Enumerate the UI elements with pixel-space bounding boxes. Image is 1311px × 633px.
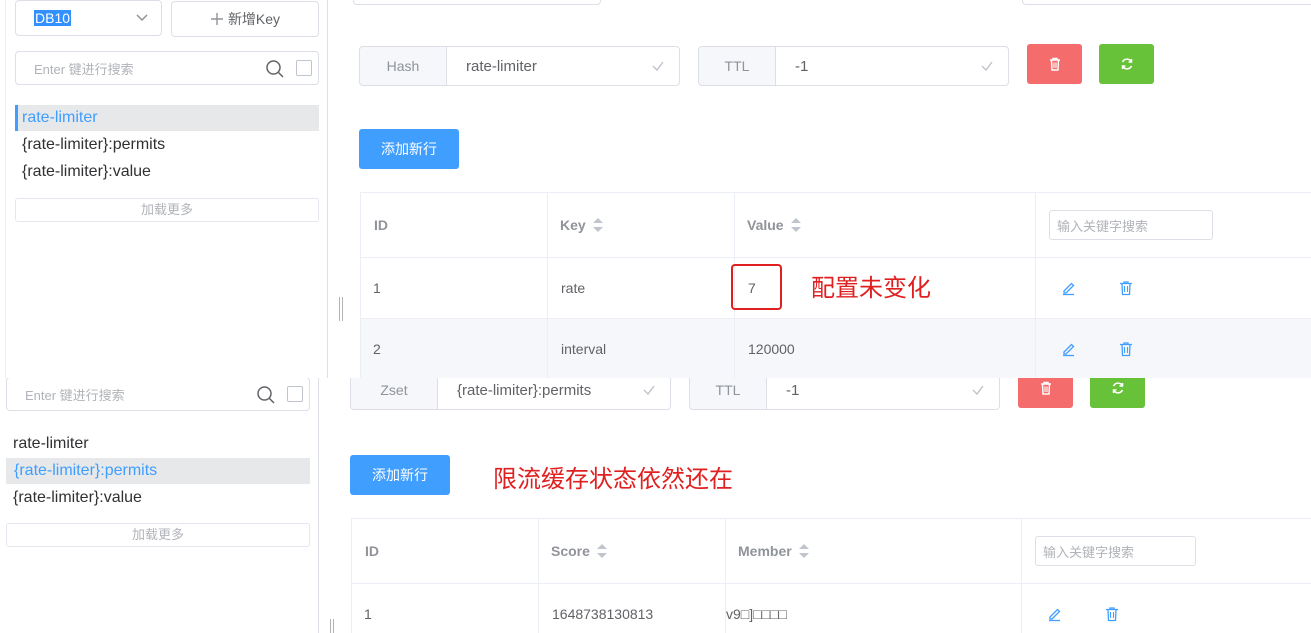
column-header-key-label: Key <box>560 217 586 233</box>
key-name-input[interactable]: rate-limiter <box>447 46 680 86</box>
edit-icon[interactable] <box>1061 341 1077 357</box>
column-header-score-label: Score <box>551 543 590 559</box>
cut-off-field <box>353 0 601 5</box>
highlight-box <box>731 264 782 310</box>
cell-member: v9□]□□□□ <box>726 606 787 622</box>
db-select[interactable]: DB10 <box>15 0 162 36</box>
key-type-label: Hash <box>359 46 447 86</box>
check-icon[interactable] <box>642 383 656 397</box>
column-header-id: ID <box>365 543 379 559</box>
cell-id: 2 <box>373 341 381 357</box>
exact-match-checkbox[interactable] <box>287 386 303 402</box>
search-icon[interactable] <box>265 59 285 79</box>
trash-icon[interactable] <box>1104 606 1120 622</box>
column-header-member[interactable]: Member <box>738 519 810 583</box>
sidebar-divider <box>318 378 319 633</box>
sidebar-divider <box>327 0 328 378</box>
key-list-item-value[interactable]: {rate-limiter}:value <box>15 159 151 185</box>
trash-icon[interactable] <box>1118 280 1134 296</box>
key-list-item-permits[interactable]: {rate-limiter}:permits <box>15 132 165 158</box>
check-icon[interactable] <box>980 59 994 73</box>
refresh-icon <box>1112 382 1123 394</box>
cell-score: 1648738130813 <box>552 606 654 622</box>
trash-icon[interactable] <box>1118 341 1134 357</box>
add-key-button[interactable]: 新增Key <box>171 1 319 37</box>
refresh-button[interactable] <box>1090 378 1145 408</box>
edit-icon[interactable] <box>1061 280 1077 296</box>
add-row-button[interactable]: 添加新行 <box>350 455 450 495</box>
key-name-value: {rate-limiter}:permits <box>457 381 592 399</box>
key-name-value: rate-limiter <box>466 57 537 75</box>
add-key-label: 新增Key <box>227 11 281 27</box>
sort-icon[interactable] <box>592 216 604 234</box>
search-icon[interactable] <box>256 385 276 405</box>
resize-handle[interactable] <box>329 619 335 633</box>
load-more-button[interactable]: 加载更多 <box>6 523 310 547</box>
cell-value: 120000 <box>748 341 795 357</box>
key-search-placeholder: Enter 键进行搜索 <box>34 61 134 77</box>
key-list-item-permits[interactable]: {rate-limiter}:permits <box>6 458 310 484</box>
sort-icon[interactable] <box>798 542 810 560</box>
ttl-label: TTL <box>698 46 776 86</box>
sidebar-left-edge <box>5 0 6 378</box>
resize-handle[interactable] <box>338 297 344 321</box>
bottom-screenshot-panel: Enter 键进行搜索 rate-limiter {rate-limiter}:… <box>0 378 1311 633</box>
key-search-placeholder: Enter 键进行搜索 <box>25 387 125 403</box>
key-search-input[interactable]: Enter 键进行搜索 <box>15 51 319 85</box>
key-name-input[interactable]: {rate-limiter}:permits <box>438 378 671 410</box>
annotation-text: 限流缓存状态依然还在 <box>493 466 733 493</box>
refresh-button[interactable] <box>1099 44 1154 84</box>
cell-id: 1 <box>373 280 381 296</box>
column-header-key[interactable]: Key <box>560 193 604 257</box>
ttl-value: -1 <box>786 381 800 399</box>
column-header-score[interactable]: Score <box>551 519 608 583</box>
check-icon[interactable] <box>651 59 665 73</box>
cell-id: 1 <box>364 606 372 622</box>
column-header-id: ID <box>374 217 388 233</box>
annotation-text: 配置未变化 <box>811 275 931 302</box>
column-header-member-label: Member <box>738 543 792 559</box>
exact-match-checkbox[interactable] <box>296 60 312 76</box>
column-header-value-label: Value <box>747 217 784 233</box>
key-list-item-rate-limiter[interactable]: rate-limiter <box>15 105 319 131</box>
delete-key-button[interactable] <box>1018 378 1073 408</box>
cut-off-field-right <box>1022 0 1311 5</box>
sort-icon[interactable] <box>790 216 802 234</box>
chevron-down-icon <box>136 14 148 22</box>
refresh-icon <box>1121 58 1132 70</box>
table-row-stripe <box>361 319 1311 378</box>
ttl-label: TTL <box>689 378 767 410</box>
db-select-value: DB10 <box>34 10 72 26</box>
table-search-input[interactable]: 输入关键字搜索 <box>1049 210 1213 240</box>
column-header-value[interactable]: Value <box>747 193 802 257</box>
load-more-button[interactable]: 加载更多 <box>15 198 319 222</box>
sort-icon[interactable] <box>596 542 608 560</box>
top-screenshot-panel: DB10 新增Key Enter 键进行搜索 rate-limiter {rat… <box>0 0 1311 378</box>
trash-icon <box>1049 57 1060 71</box>
add-row-button[interactable]: 添加新行 <box>359 129 459 169</box>
zset-table: ID Score Member 输入关键字搜索 1 1648738130813 … <box>351 518 1311 633</box>
table-search-input[interactable]: 输入关键字搜索 <box>1035 536 1196 566</box>
key-list-item-value[interactable]: {rate-limiter}:value <box>6 485 142 511</box>
plus-icon <box>210 13 223 25</box>
cell-key: rate <box>561 280 586 296</box>
trash-icon <box>1040 381 1051 395</box>
ttl-value: -1 <box>795 57 809 75</box>
key-type-label: Zset <box>350 378 438 410</box>
key-list-item-rate-limiter[interactable]: rate-limiter <box>6 431 89 457</box>
check-icon[interactable] <box>971 383 985 397</box>
ttl-input[interactable]: -1 <box>776 46 1009 86</box>
key-search-input[interactable]: Enter 键进行搜索 <box>6 378 310 411</box>
cell-key: interval <box>561 341 607 357</box>
delete-key-button[interactable] <box>1027 44 1082 84</box>
edit-icon[interactable] <box>1047 606 1063 622</box>
ttl-input[interactable]: -1 <box>767 378 1000 410</box>
